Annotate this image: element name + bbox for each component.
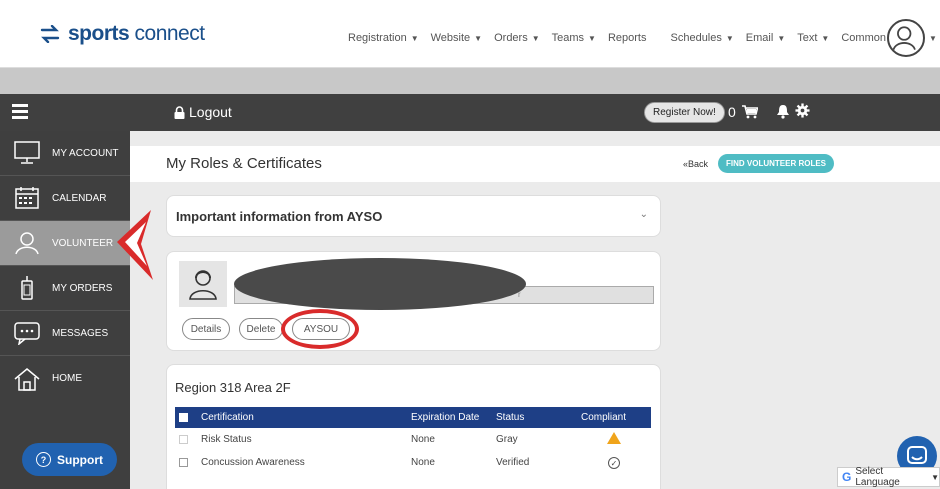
check-circle-icon: ✓ [608, 456, 620, 469]
important-info-card[interactable]: Important information from AYSO ⌄ [166, 195, 661, 237]
certification-card: Region 318 Area 2F Certification Expirat… [166, 364, 661, 489]
table-row: Risk Status None Gray [175, 428, 651, 451]
nav-email[interactable]: Email ▼ [746, 32, 785, 44]
sidebar-item-volunteer[interactable]: VOLUNTEER [0, 221, 130, 266]
logo-mark-icon [40, 25, 60, 43]
delete-button[interactable]: Delete [239, 318, 283, 340]
sidebar-item-my-orders[interactable]: MY ORDERS [0, 266, 130, 311]
toolbar: Logout Register Now! 0 [0, 94, 940, 131]
user-avatar-icon[interactable] [887, 19, 925, 57]
nav-reports[interactable]: Reports [608, 32, 647, 44]
page-title: My Roles & Certificates [166, 155, 322, 172]
sidebar-item-calendar[interactable]: CALENDAR [0, 176, 130, 221]
nav-text[interactable]: Text ▼ [797, 32, 829, 44]
cert-expiration: None [411, 457, 435, 468]
calendar-icon [14, 186, 40, 210]
home-icon [14, 367, 40, 391]
bell-icon[interactable] [776, 104, 790, 122]
select-all-checkbox[interactable] [179, 412, 188, 422]
nav-orders[interactable]: Orders ▼ [494, 32, 540, 44]
phone-icon [14, 276, 40, 300]
cert-name: Concussion Awareness [201, 457, 305, 468]
sidebar-item-messages[interactable]: MESSAGES [0, 311, 130, 356]
chevron-down-icon[interactable]: ⌄ [640, 209, 648, 220]
cert-expiration: None [411, 434, 435, 445]
nav-schedules[interactable]: Schedules ▼ [671, 32, 734, 44]
row-checkbox[interactable] [179, 457, 188, 467]
page-title-bar: My Roles & Certificates «Back FIND VOLUN… [130, 146, 940, 182]
nav-registration[interactable]: Registration ▼ [348, 32, 419, 44]
table-header-row: Certification Expiration Date Status Com… [175, 407, 651, 428]
find-volunteer-roles-button[interactable]: FIND VOLUNTEER ROLES [718, 154, 835, 173]
cart-icon[interactable] [742, 105, 759, 122]
site-header: sports connect Registration ▼ Website ▼ Or… [0, 0, 940, 68]
top-nav: Registration ▼ Website ▼ Orders ▼ Teams ▼ Re… [348, 32, 910, 44]
nav-website[interactable]: Website ▼ [431, 32, 482, 44]
row-checkbox[interactable] [179, 434, 188, 444]
profile-photo [179, 261, 227, 307]
annotation-arrow [117, 210, 153, 280]
google-icon: G [842, 470, 852, 484]
logout-link[interactable]: Logout [174, 104, 232, 120]
region-title: Region 318 Area 2F [175, 380, 291, 395]
nav-teams[interactable]: Teams ▼ [552, 32, 596, 44]
cart-count: 0 [728, 104, 736, 120]
grey-strip [0, 68, 940, 94]
table-row: Concussion Awareness None Verified ✓ [175, 451, 651, 474]
logo-text: sports connect [68, 22, 205, 45]
cert-name: Risk Status [201, 434, 252, 445]
details-button[interactable]: Details [182, 318, 230, 340]
avatar-caret-icon[interactable]: ▼ [929, 34, 937, 43]
question-icon: ? [36, 452, 51, 467]
cert-status: Verified [496, 457, 530, 468]
col-expiration: Expiration Date [407, 407, 492, 428]
language-selector[interactable]: G Select Language ▼ [837, 466, 940, 488]
redacted-name [234, 258, 526, 310]
hamburger-menu-icon[interactable] [12, 104, 28, 120]
col-status: Status [492, 407, 577, 428]
certification-table: Certification Expiration Date Status Com… [175, 407, 651, 474]
annotation-circle [281, 309, 359, 349]
support-button[interactable]: ? Support [22, 443, 117, 476]
sidebar-item-my-account[interactable]: MY ACCOUNT [0, 131, 130, 176]
warning-icon [607, 432, 621, 444]
main-content: My Roles & Certificates «Back FIND VOLUN… [130, 131, 940, 489]
sidebar: MY ACCOUNT CALENDAR VOLUNTEER MY ORDERS … [0, 131, 130, 489]
sports-connect-logo[interactable]: sports connect [38, 22, 205, 46]
lock-icon [174, 105, 185, 119]
important-info-title: Important information from AYSO [176, 209, 383, 224]
volunteer-icon [14, 231, 40, 255]
cert-status: Gray [496, 434, 518, 445]
back-link[interactable]: «Back [683, 159, 708, 169]
monitor-icon [14, 141, 40, 165]
gear-icon[interactable] [795, 103, 810, 122]
person-icon [189, 270, 217, 300]
sidebar-item-home[interactable]: HOME [0, 356, 130, 401]
col-certification: Certification [197, 407, 407, 428]
chat-icon [14, 321, 40, 345]
col-compliant: Compliant [577, 407, 651, 428]
profile-card: r Details Delete AYSOU [166, 251, 661, 351]
register-now-button[interactable]: Register Now! [644, 102, 725, 123]
